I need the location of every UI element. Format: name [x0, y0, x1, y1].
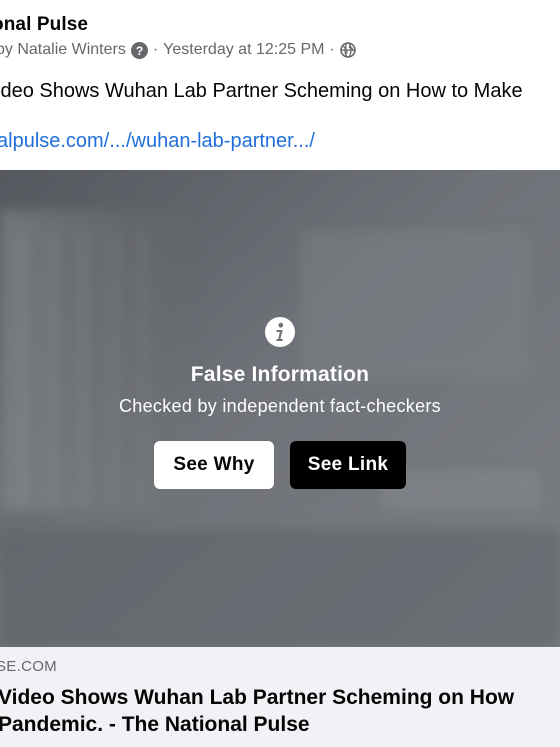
warning-subtitle: Checked by independent fact-checkers — [119, 396, 441, 416]
preview-title-line: Video Shows Wuhan Lab Partner Scheming o… — [0, 686, 515, 709]
page-name[interactable]: onal Pulse — [0, 14, 88, 36]
false-info-warning: False Information Checked by independent… — [0, 315, 560, 489]
warning-title: False Information — [190, 363, 370, 386]
post-meta: by Natalie Winters ? · Yesterday at 12:2… — [0, 41, 356, 59]
post-link[interactable]: alpulse.com/.../wuhan-lab-partner.../ — [0, 130, 315, 153]
blurred-media-overlay[interactable]: False Information Checked by independent… — [0, 170, 560, 647]
globe-icon — [339, 42, 356, 58]
preview-domain: SE.COM — [0, 658, 57, 675]
post-text: ideo Shows Wuhan Lab Partner Scheming on… — [0, 80, 523, 102]
link-preview[interactable]: SE.COM Video Shows Wuhan Lab Partner Sch… — [0, 647, 560, 747]
svg-text:?: ? — [136, 44, 143, 58]
facebook-post: onal Pulse by Natalie Winters ? · Yester… — [0, 0, 560, 747]
post-timestamp[interactable]: Yesterday at 12:25 PM — [163, 41, 324, 59]
preview-title: Video Shows Wuhan Lab Partner Scheming o… — [0, 684, 514, 738]
meta-separator: · — [329, 41, 335, 58]
info-icon — [265, 317, 295, 347]
see-link-button[interactable]: See Link — [290, 441, 406, 489]
meta-separator: · — [152, 41, 159, 58]
author-line[interactable]: by Natalie Winters — [0, 41, 126, 59]
question-circle-icon[interactable]: ? — [130, 41, 148, 59]
see-why-button[interactable]: See Why — [154, 441, 274, 489]
warning-actions: See Why See Link — [154, 441, 406, 489]
preview-title-line: Pandemic. - The National Pulse — [0, 713, 310, 736]
